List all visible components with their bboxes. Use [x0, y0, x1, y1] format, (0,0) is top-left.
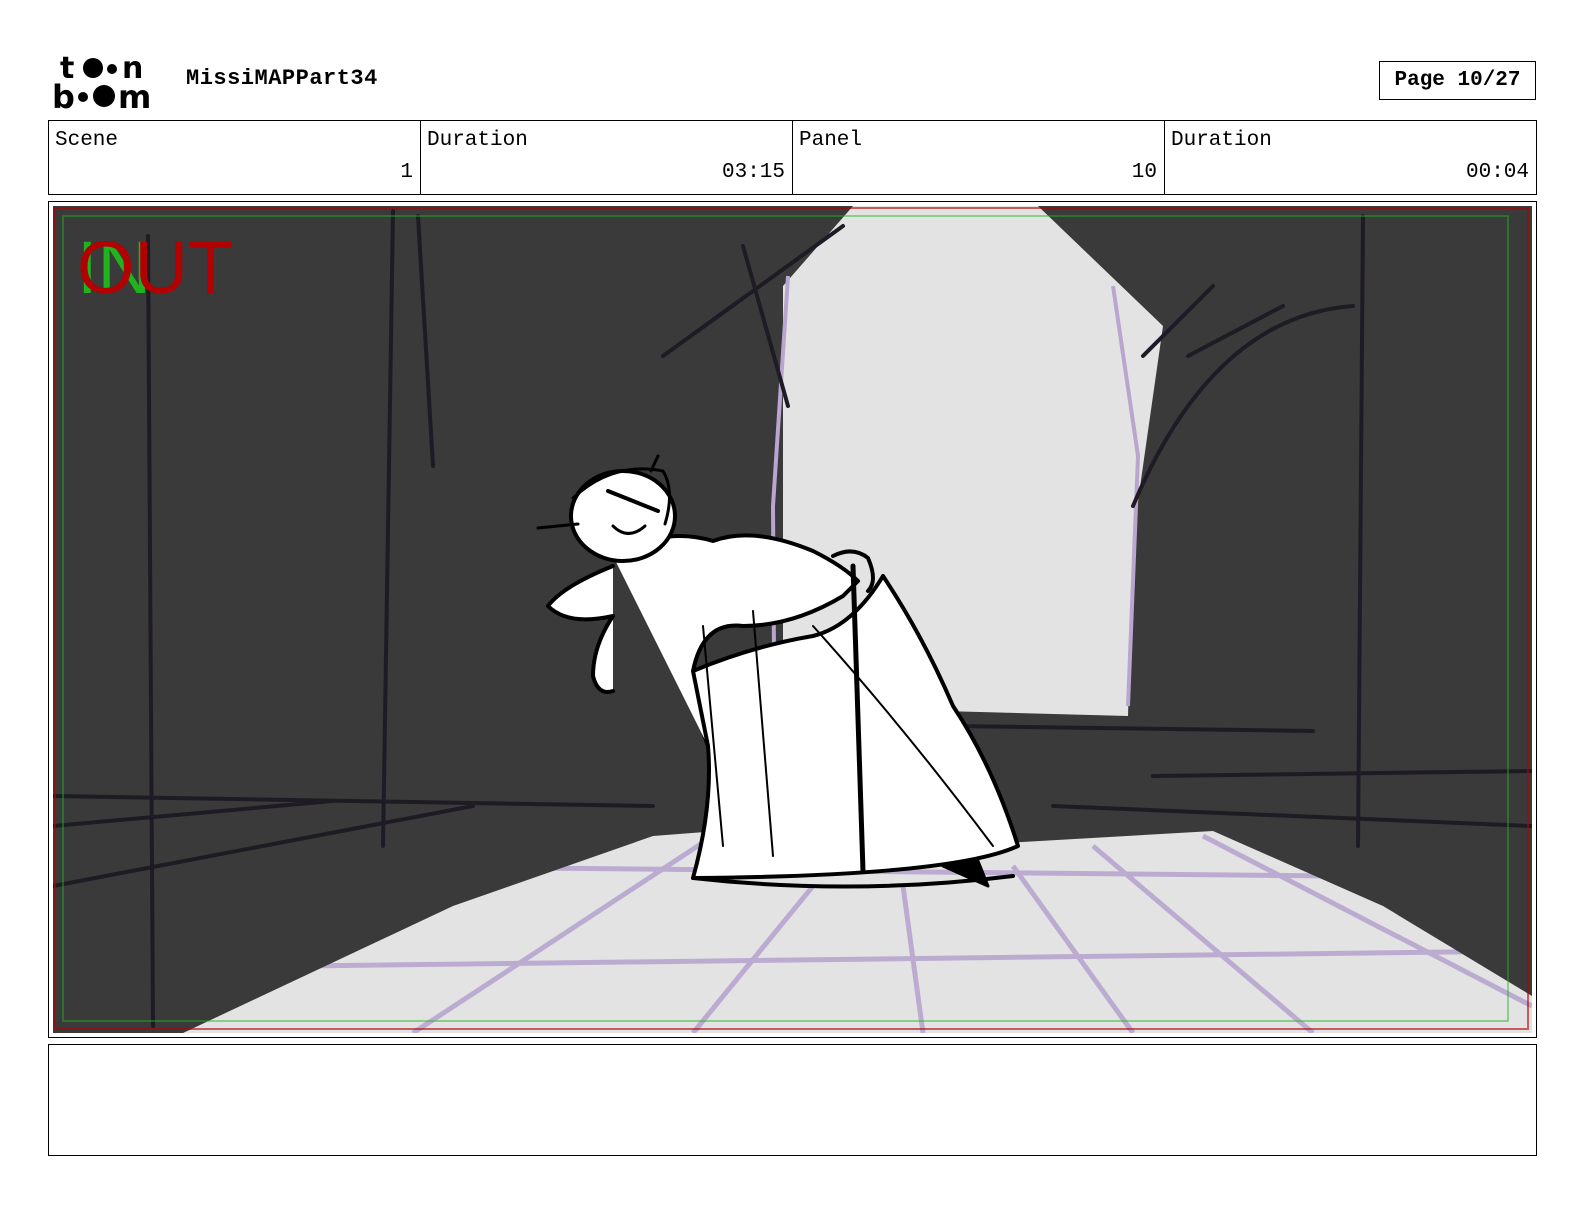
- svg-text:b: b: [52, 78, 75, 112]
- panel-duration-label: Duration: [1171, 129, 1272, 152]
- scene-duration-label: Duration: [427, 129, 528, 152]
- toon-boom-logo: t n b m: [52, 52, 151, 112]
- project-title: MissiMAPPart34: [186, 66, 378, 91]
- scene-value: 1: [400, 161, 413, 184]
- panel-cell: Panel 10: [793, 121, 1165, 194]
- panel-duration-value: 00:04: [1465, 161, 1529, 184]
- panel-frame: IN OUT: [48, 201, 1537, 1038]
- page-indicator: Page 10/27: [1379, 61, 1536, 100]
- scene-duration-cell: Duration 03:15: [421, 121, 793, 194]
- scene-duration-value: 03:15: [721, 161, 785, 184]
- panel-label: Panel: [799, 129, 863, 152]
- scene-cell: Scene 1: [49, 121, 421, 194]
- panel-value: 10: [1131, 161, 1157, 184]
- scene-label: Scene: [55, 129, 119, 152]
- storyboard-panel-sketch: [53, 206, 1532, 1033]
- scene-info-table: Scene 1 Duration 03:15 Panel 10 Duration…: [48, 120, 1537, 195]
- in-out-marker: IN OUT: [77, 228, 247, 308]
- svg-text:m: m: [118, 78, 151, 112]
- out-marker: OUT: [77, 226, 234, 309]
- action-notes-box[interactable]: [48, 1044, 1537, 1156]
- panel-duration-cell: Duration 00:04: [1165, 121, 1536, 194]
